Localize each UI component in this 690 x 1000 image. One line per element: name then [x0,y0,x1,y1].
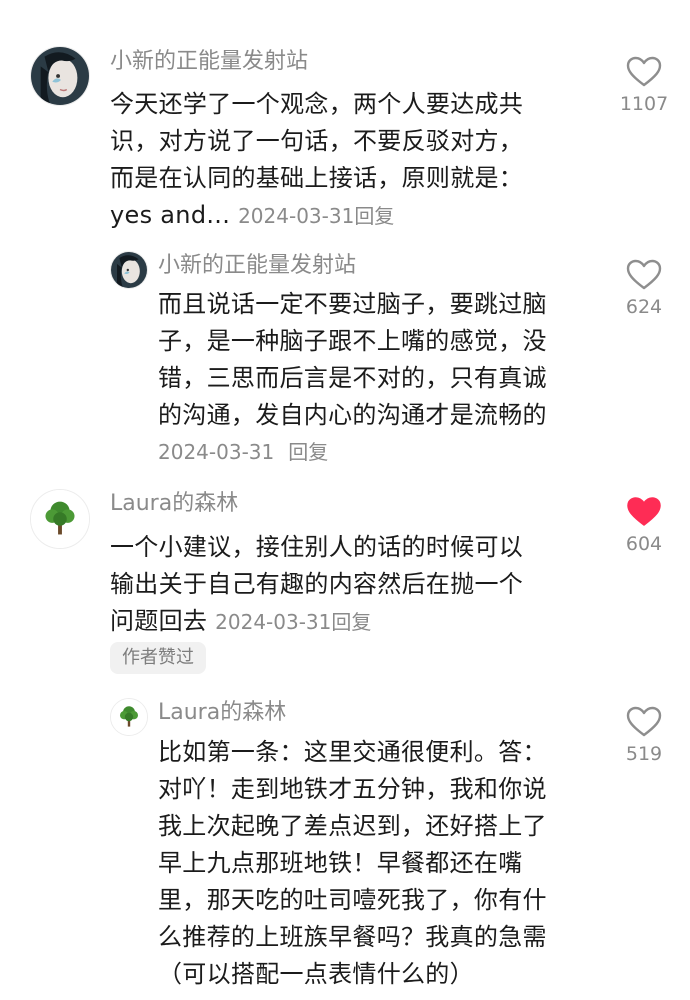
comment-line-text: yes and... [110,201,231,229]
reply-button[interactable]: 回复 [354,204,394,228]
heart-icon[interactable] [626,259,662,291]
comment-username[interactable]: 小新的正能量发射站 [110,47,308,77]
comment-meta: 2024-03-31 回复 [158,437,328,467]
portrait-avatar-icon [31,47,89,105]
comment-line: 比如第一条：这里交通很便利。答： [158,738,547,766]
avatar[interactable] [110,251,148,289]
portrait-avatar-icon [111,252,147,288]
tree-avatar-icon [111,699,147,735]
avatar[interactable] [30,46,90,106]
like-button[interactable]: 624 [604,259,684,319]
like-count: 1107 [619,93,669,115]
author-liked-badge: 作者赞过 [110,642,206,674]
comment-line: 输出关于自己有趣的内容然后在抛一个 [110,570,524,598]
comment-line: 我上次起晚了差点迟到，还好搭上了 [158,812,547,840]
comment-date: 2024-03-31 [215,610,332,634]
comment-line: 而且说话一定不要过脑子，要跳过脑 [158,290,547,318]
reply-button[interactable]: 回复 [331,610,371,634]
comment-line: 一个小建议，接住别人的话的时候可以 [110,533,524,561]
comment-line: 错，三思而后言是不对的，只有真诚 [158,364,547,392]
comment-line-text: 问题回去 [110,607,208,635]
comment-date: 2024-03-31 [158,440,275,464]
heart-icon[interactable] [626,56,662,88]
comment-username[interactable]: 小新的正能量发射站 [158,251,356,281]
comment-text: 今天还学了一个观念，两个人要达成共 识，对方说了一句话，不要反驳对方， 而是在认… [110,86,523,235]
comment-line: 对吖！走到地铁才五分钟，我和你说 [158,775,547,803]
like-count: 624 [625,296,663,318]
avatar[interactable] [30,489,90,549]
comment-username[interactable]: Laura的森林 [110,489,238,519]
comment-line-last: yes and... 2024-03-31回复 [110,197,523,235]
comment-line: 早上九点那班地铁！早餐都还在嘴 [158,849,523,877]
comment-line: 识，对方说了一句话，不要反驳对方， [110,127,524,155]
heart-filled-icon[interactable] [626,496,662,528]
reply-button[interactable]: 回复 [288,440,328,464]
comment-text: 一个小建议，接住别人的话的时候可以 输出关于自己有趣的内容然后在抛一个 问题回去… [110,529,523,641]
tree-avatar-icon [31,490,89,548]
comment-text: 比如第一条：这里交通很便利。答： 对吖！走到地铁才五分钟，我和你说 我上次起晚了… [158,734,547,993]
comment-line-last: 问题回去 2024-03-31回复 [110,603,523,641]
comment-date: 2024-03-31 [238,204,355,228]
like-count: 604 [625,533,663,555]
comment-line: 里，那天吃的吐司噎死我了，你有什 [158,886,547,914]
like-button[interactable]: 1107 [604,56,684,116]
comment-line: 子，是一种脑子跟不上嘴的感觉，没 [158,327,547,355]
comment-text: 而且说话一定不要过脑子，要跳过脑 子，是一种脑子跟不上嘴的感觉，没 错，三思而后… [158,286,547,434]
like-count: 519 [625,743,663,765]
like-button[interactable]: 604 [604,496,684,556]
avatar[interactable] [110,698,148,736]
comment-username[interactable]: Laura的森林 [158,698,286,728]
heart-icon[interactable] [626,706,662,738]
comment-line: （可以搭配一点表情什么的） [158,960,474,988]
comment-line: 么推荐的上班族早餐吗？我真的急需 [158,923,547,951]
comment-line: 今天还学了一个观念，两个人要达成共 [110,90,524,118]
like-button[interactable]: 519 [604,706,684,766]
comment-line: 的沟通，发自内心的沟通才是流畅的 [158,401,547,429]
comment-line: 而是在认同的基础上接话，原则就是： [110,164,524,192]
